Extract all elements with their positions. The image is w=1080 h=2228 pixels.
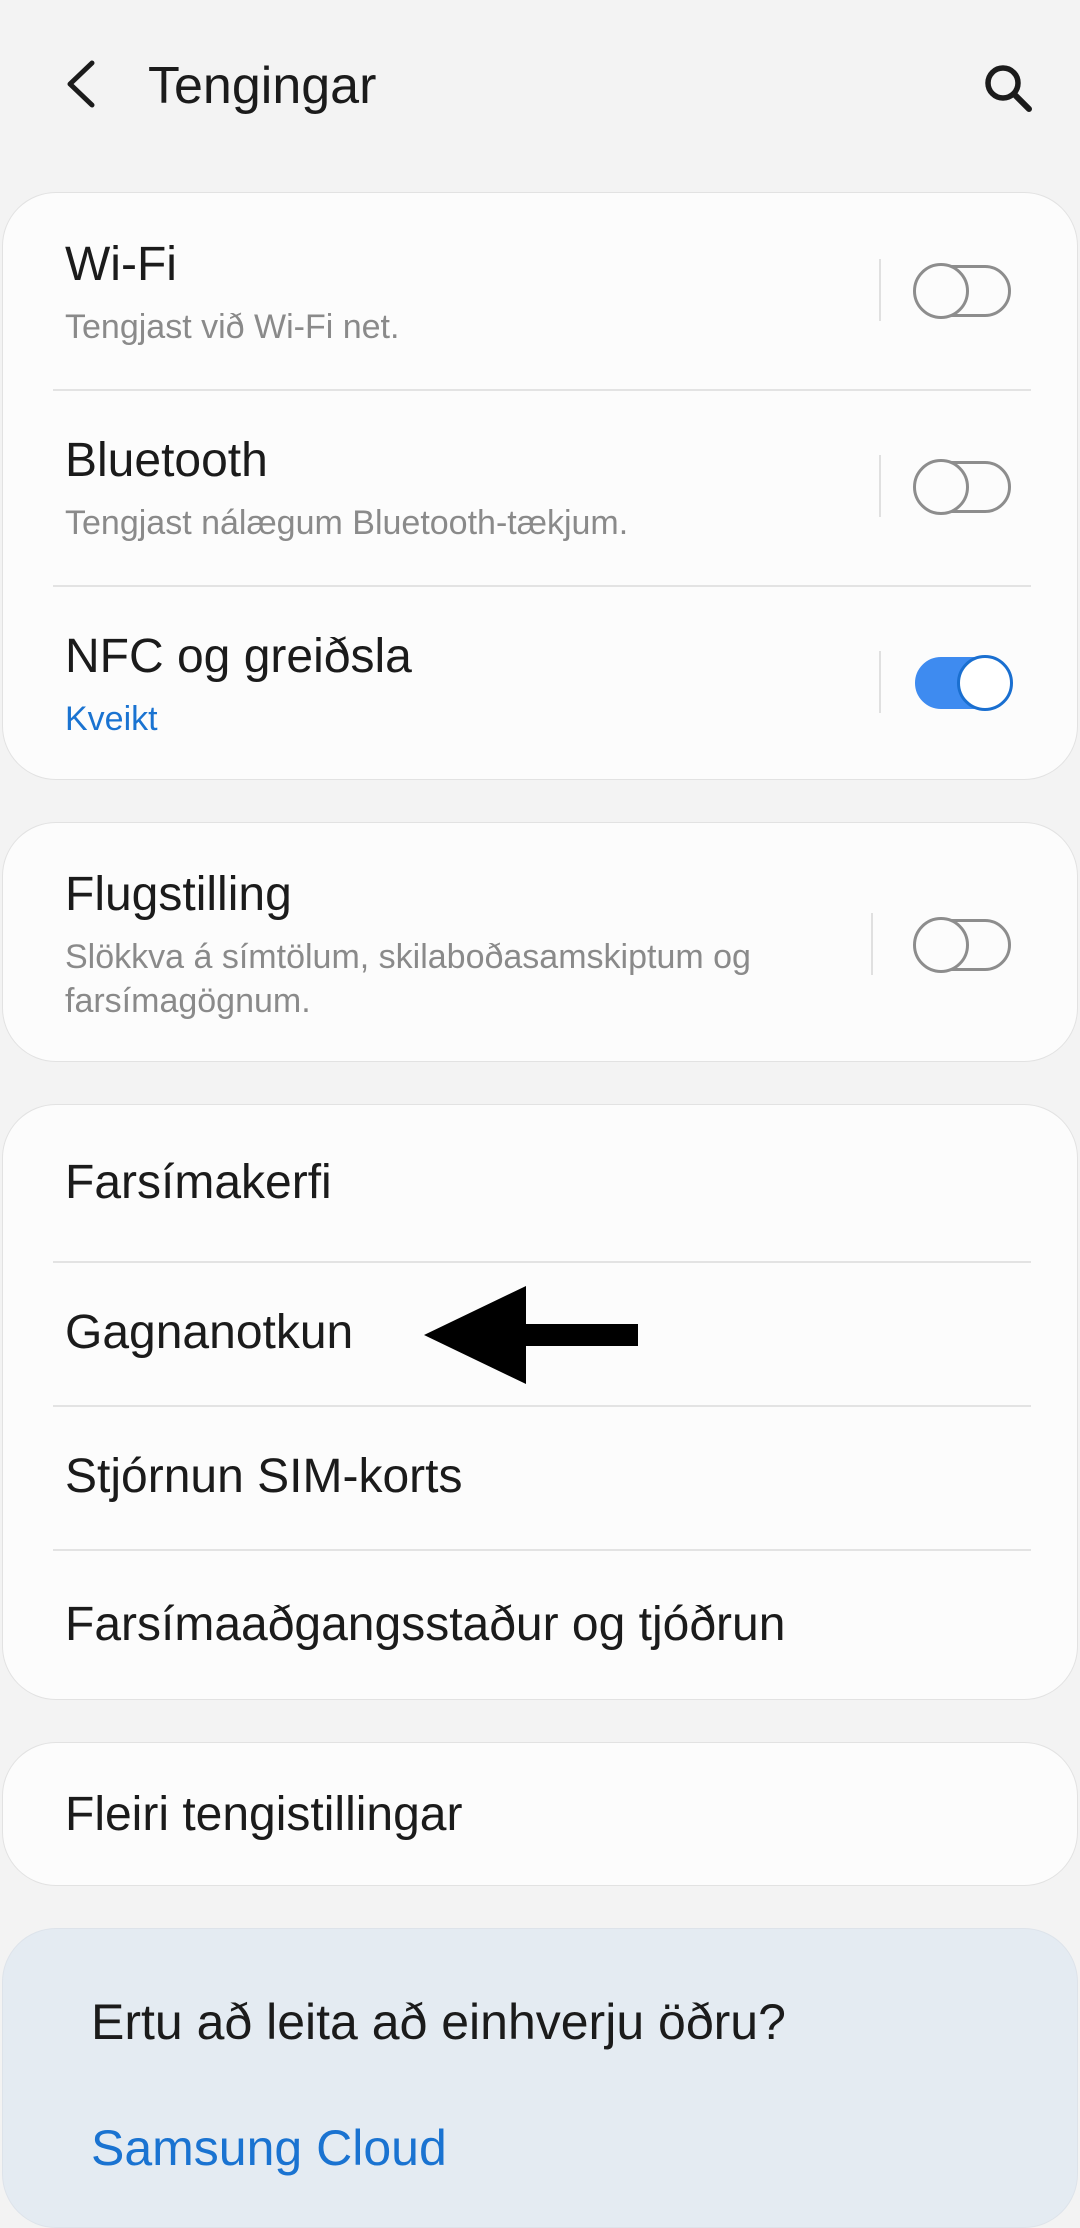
bluetooth-toggle[interactable] — [913, 459, 1011, 515]
data-usage-label: Gagnanotkun — [65, 1306, 354, 1359]
more-settings-label: Fleiri tengistillingar — [65, 1788, 463, 1841]
airplane-title: Flugstilling — [65, 868, 292, 921]
list-item[interactable]: Farsímakerfi — [3, 1105, 1077, 1261]
bluetooth-row[interactable]: Bluetooth Tengjast nálægum Bluetooth-tæk… — [3, 389, 1077, 585]
left-arrow-pointer-icon — [424, 1286, 638, 1384]
mobile-networks-label: Farsímakerfi — [65, 1156, 332, 1209]
airplane-subtitle-line1: Slökkva á símtölum, skilaboðasamskiptum … — [65, 938, 751, 976]
toggle-knob — [913, 263, 969, 319]
airplane-subtitle-line2: farsímagögnum. — [65, 982, 311, 1020]
wifi-row[interactable]: Wi-Fi Tengjast við Wi-Fi net. — [3, 193, 1077, 389]
bluetooth-title: Bluetooth — [65, 434, 268, 487]
wifi-separator — [879, 259, 881, 321]
airplane-row[interactable]: Flugstilling Slökkva á símtölum, skilabo… — [3, 823, 1077, 1063]
nfc-title: NFC og greiðsla — [65, 630, 412, 683]
sim-manager-label: Stjórnun SIM-korts — [65, 1450, 463, 1503]
back-button[interactable] — [52, 54, 112, 114]
app-header: Tengingar — [0, 0, 1080, 180]
list-item[interactable]: Farsímaaðgangsstaður og tjóðrun — [3, 1551, 1077, 1701]
toggle-knob — [913, 917, 969, 973]
list-item[interactable]: Stjórnun SIM-korts — [3, 1407, 1077, 1549]
bluetooth-separator — [879, 455, 881, 517]
airplane-card: Flugstilling Slökkva á símtölum, skilabo… — [2, 822, 1078, 1062]
suggestions-card: Ertu að leita að einhverju öðru? Samsung… — [2, 1928, 1078, 2228]
search-icon — [985, 65, 1032, 112]
toggle-knob — [957, 655, 1013, 711]
wifi-title: Wi-Fi — [65, 238, 177, 291]
chevron-left-icon — [67, 60, 95, 108]
wifi-subtitle: Tengjast við Wi-Fi net. — [65, 308, 400, 346]
mobile-card: Farsímakerfi Gagnanotkun Stjórnun SIM-ko… — [2, 1104, 1078, 1700]
nfc-separator — [879, 651, 881, 713]
suggestions-question: Ertu að leita að einhverju öðru? — [91, 1994, 786, 2050]
nfc-toggle[interactable] — [915, 655, 1013, 711]
bluetooth-subtitle: Tengjast nálægum Bluetooth-tækjum. — [65, 504, 629, 542]
nfc-subtitle: Kveikt — [65, 700, 158, 738]
more-settings-row[interactable]: Fleiri tengistillingar — [3, 1743, 1077, 1887]
search-button[interactable] — [972, 52, 1044, 124]
page-title: Tengingar — [148, 57, 377, 115]
airplane-separator — [871, 913, 873, 975]
connectivity-card: Wi-Fi Tengjast við Wi-Fi net. Bluetooth … — [2, 192, 1078, 780]
toggle-knob — [913, 459, 969, 515]
more-card: Fleiri tengistillingar — [2, 1742, 1078, 1886]
samsung-cloud-link[interactable]: Samsung Cloud — [91, 2119, 447, 2177]
wifi-toggle[interactable] — [913, 263, 1011, 319]
hotspot-tethering-label: Farsímaaðgangsstaður og tjóðrun — [65, 1598, 786, 1651]
nfc-row[interactable]: NFC og greiðsla Kveikt — [3, 585, 1077, 781]
airplane-toggle[interactable] — [913, 917, 1011, 973]
